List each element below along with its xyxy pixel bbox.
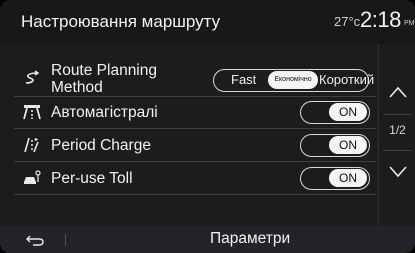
chevron-down-icon — [388, 165, 407, 177]
route-option-economical[interactable]: Економічно — [268, 71, 318, 89]
setting-row-route-planning: Route Planning Method Fast Економічно Ко… — [14, 59, 376, 97]
footer-bar: Параметри — [0, 226, 415, 253]
footer-title: Параметри — [210, 230, 291, 247]
scroller-divider-top — [383, 114, 412, 115]
highways-toggle[interactable]: ON — [300, 101, 370, 124]
back-arrow-icon — [26, 235, 44, 246]
setting-label-highways: Автомагістралі — [51, 104, 158, 121]
highway-icon — [22, 103, 42, 121]
scroll-down-button[interactable] — [379, 144, 415, 199]
temperature-readout: 27°c — [334, 14, 361, 29]
setting-label-period-charge: Period Charge — [51, 137, 151, 154]
setting-label-route-planning-line1: Route Planning — [51, 62, 157, 79]
per-use-toll-toggle-state: ON — [329, 169, 367, 187]
per-use-toll-toggle[interactable]: ON — [300, 167, 370, 190]
setting-label-per-use-toll: Per-use Toll — [51, 170, 133, 187]
route-option-short[interactable]: Короткий — [319, 70, 374, 90]
setting-row-period-charge[interactable]: Period Charge ON — [14, 129, 376, 162]
clock-time: 2:18 — [360, 7, 401, 32]
screen: Настроювання маршруту 27°c 2:18 PM Route… — [0, 0, 415, 253]
scroll-up-button[interactable] — [379, 64, 415, 119]
period-charge-toggle[interactable]: ON — [300, 134, 370, 157]
route-planning-icon — [22, 69, 42, 87]
period-charge-toggle-state: ON — [329, 136, 367, 154]
clock-ampm: PM — [404, 20, 415, 27]
per-use-toll-icon — [22, 169, 42, 187]
route-option-fast[interactable]: Fast — [231, 70, 256, 90]
page-title: Настроювання маршруту — [21, 12, 221, 31]
setting-label-route-planning-line2: Method — [51, 79, 103, 96]
page-scroller: 1/2 — [378, 44, 415, 226]
back-button[interactable] — [22, 229, 48, 251]
period-charge-icon — [22, 136, 42, 154]
route-method-selector[interactable]: Fast Економічно Короткий — [213, 69, 374, 92]
page-indicator: 1/2 — [389, 123, 406, 137]
chevron-up-icon — [388, 86, 407, 98]
footer-divider — [65, 234, 66, 246]
setting-row-per-use-toll[interactable]: Per-use Toll ON — [14, 162, 376, 195]
highways-toggle-state: ON — [329, 103, 367, 121]
setting-row-highways[interactable]: Автомагістралі ON — [14, 97, 376, 129]
header-bar: Настроювання маршруту 27°c 2:18 PM — [0, 0, 415, 44]
